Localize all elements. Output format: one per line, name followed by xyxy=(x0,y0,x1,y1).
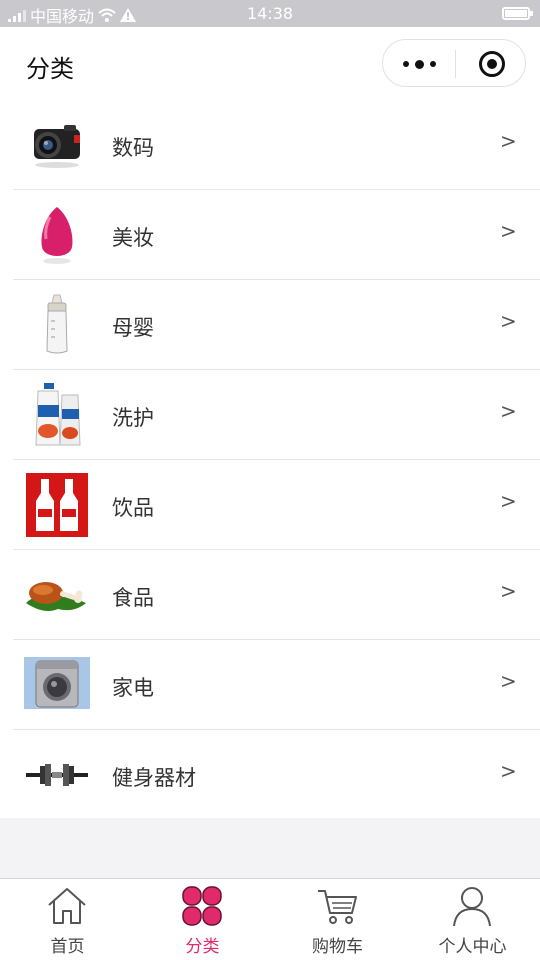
category-label: 家电 xyxy=(112,676,154,700)
page-title: 分类 xyxy=(26,55,74,83)
person-icon xyxy=(453,887,491,927)
category-label: 洗护 xyxy=(112,406,154,430)
category-clover-icon xyxy=(182,886,222,926)
tab-category[interactable]: 分类 xyxy=(135,879,270,960)
tab-cart[interactable]: 购物车 xyxy=(270,879,405,960)
baby-bottle-icon xyxy=(46,294,68,354)
category-label: 饮品 xyxy=(112,496,154,520)
home-icon xyxy=(48,888,86,924)
close-button[interactable] xyxy=(456,40,527,88)
camera-icon xyxy=(34,125,80,168)
category-item-beverage[interactable]: 饮品 > xyxy=(0,460,540,550)
category-list: 数码 > 美妆 > 母婴 > 洗护 > 饮品 > 食品 > 家电 > 健身器材 … xyxy=(0,100,540,818)
category-label: 健身器材 xyxy=(112,766,196,790)
tab-label: 购物车 xyxy=(312,937,363,957)
chevron-right-icon: > xyxy=(500,669,517,693)
tab-label: 首页 xyxy=(50,937,85,957)
category-item-personal-care[interactable]: 洗护 > xyxy=(0,370,540,460)
target-icon xyxy=(478,51,505,77)
status-time: 14:38 xyxy=(246,4,294,23)
category-item-fitness[interactable]: 健身器材 > xyxy=(0,730,540,820)
drumstick-icon xyxy=(26,582,86,611)
tab-label: 分类 xyxy=(185,937,220,957)
chevron-right-icon: > xyxy=(500,309,517,333)
chevron-right-icon: > xyxy=(500,219,517,243)
shampoo-bottle-icon xyxy=(35,383,81,446)
chevron-right-icon: > xyxy=(500,399,517,423)
chevron-right-icon: > xyxy=(500,759,517,783)
category-item-appliances[interactable]: 家电 > xyxy=(0,640,540,730)
makeup-sponge-icon xyxy=(41,207,73,264)
category-item-digital[interactable]: 数码 > xyxy=(0,100,540,190)
category-label: 美妆 xyxy=(112,226,154,250)
cart-icon xyxy=(318,890,357,924)
chevron-right-icon: > xyxy=(500,579,517,603)
mini-program-capsule xyxy=(382,39,526,87)
nav-bar: 分类 xyxy=(0,27,540,100)
category-label: 食品 xyxy=(112,586,154,610)
category-item-baby[interactable]: 母婴 > xyxy=(0,280,540,370)
more-button[interactable] xyxy=(383,40,455,88)
battery-icon xyxy=(502,7,533,20)
washing-machine-icon xyxy=(24,657,90,709)
tab-profile[interactable]: 个人中心 xyxy=(405,879,540,960)
status-bar: 中国移动 14:38 xyxy=(0,0,540,27)
tab-label: 个人中心 xyxy=(438,937,507,957)
chevron-right-icon: > xyxy=(500,129,517,153)
category-item-makeup[interactable]: 美妆 > xyxy=(0,190,540,280)
tab-bar: 首页 分类 购物车 个人中心 xyxy=(0,878,540,960)
chevron-right-icon: > xyxy=(500,489,517,513)
beverage-bottles-icon xyxy=(26,473,88,537)
category-label: 母婴 xyxy=(112,316,154,340)
tab-home[interactable]: 首页 xyxy=(0,879,135,960)
category-label: 数码 xyxy=(112,136,154,160)
dumbbell-icon xyxy=(26,764,88,786)
category-item-food[interactable]: 食品 > xyxy=(0,550,540,640)
